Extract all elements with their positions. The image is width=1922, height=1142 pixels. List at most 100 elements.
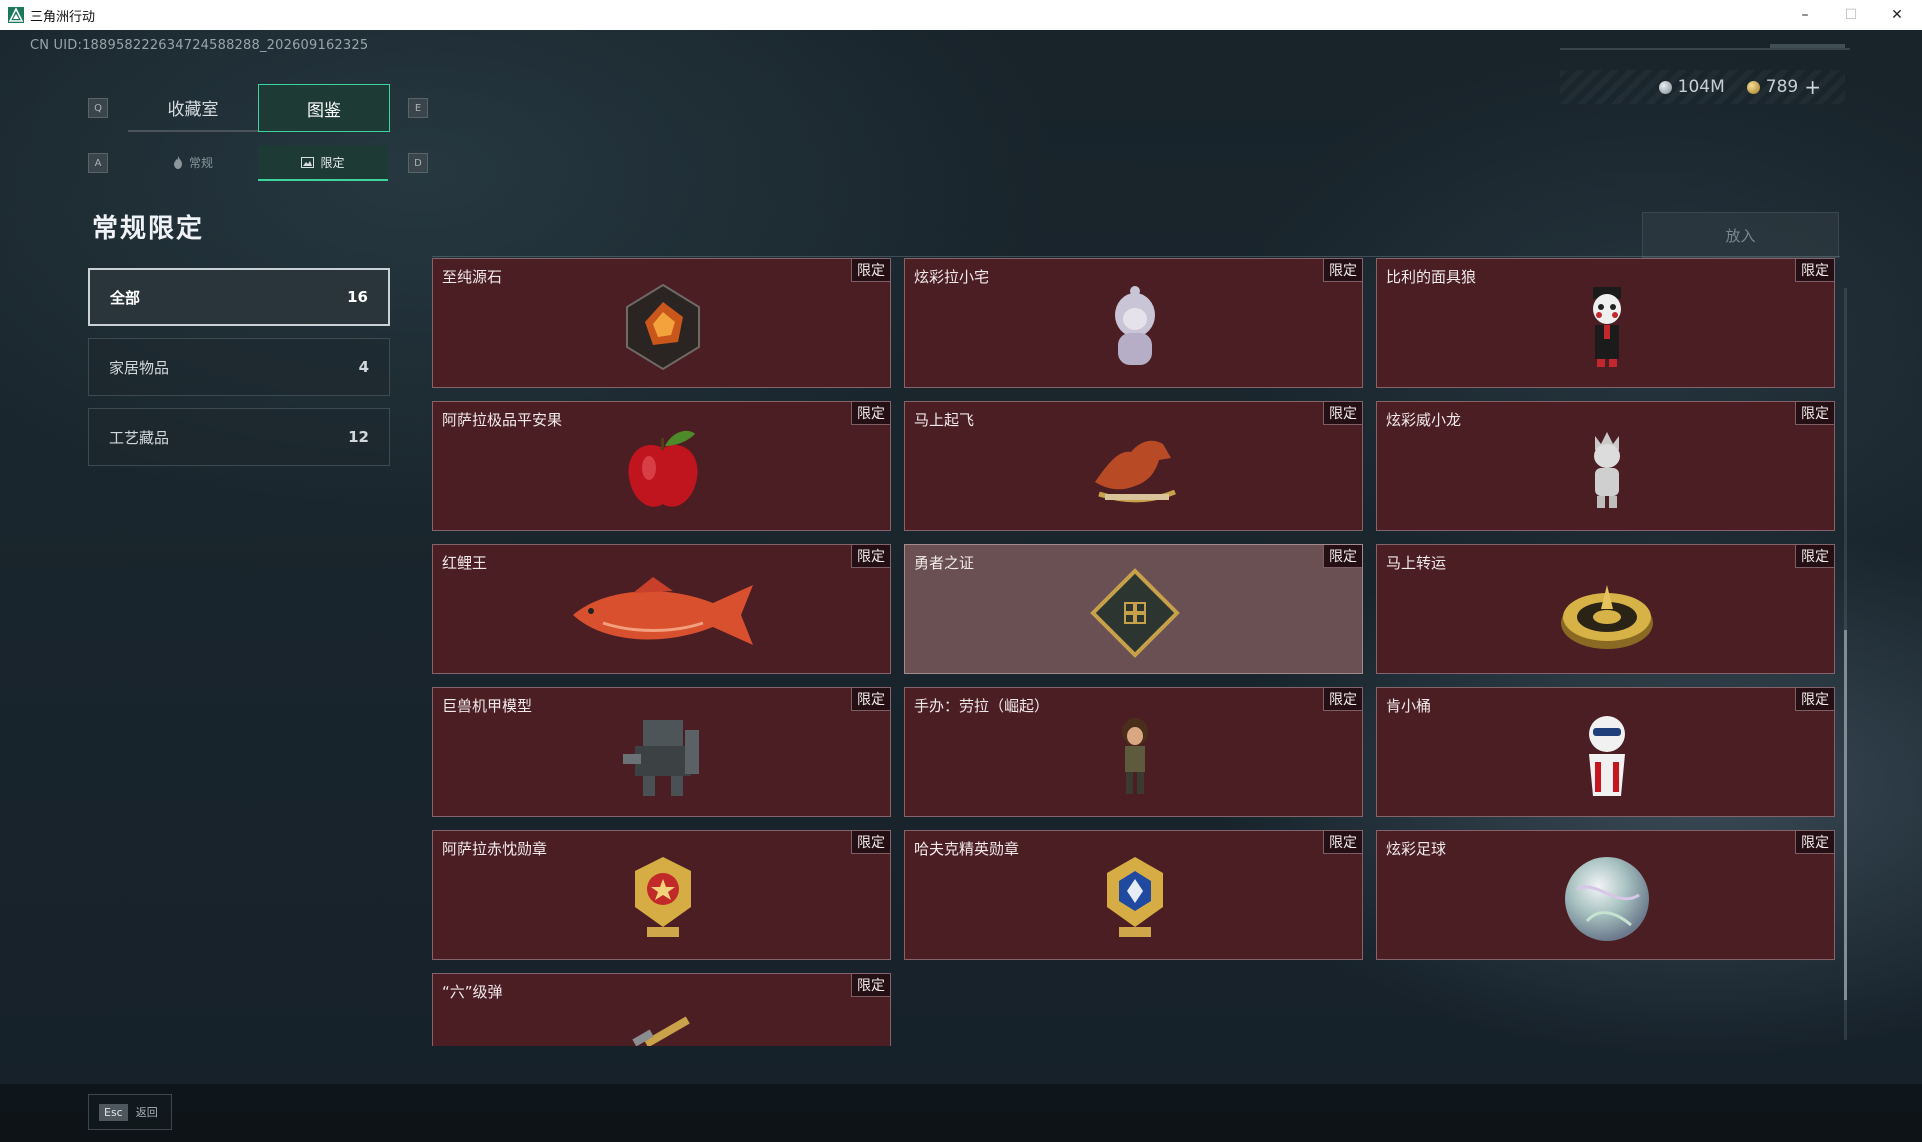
- blue-medal-icon: [1107, 857, 1163, 937]
- item-card[interactable]: 阿萨拉极品平安果 限定: [432, 401, 891, 531]
- category-count: 16: [347, 288, 368, 306]
- gold-currency: 789 +: [1746, 75, 1845, 99]
- maximize-button[interactable]: ☐: [1828, 0, 1874, 30]
- item-card-selected[interactable]: 勇者之证 限定: [904, 544, 1363, 674]
- item-card[interactable]: “六”级弹 限定: [432, 973, 891, 1046]
- add-currency-button[interactable]: +: [1804, 75, 1821, 99]
- tab-codex[interactable]: 图鉴: [258, 84, 390, 132]
- limited-tag: 限定: [1795, 688, 1834, 711]
- puppet-figure-icon: [1593, 287, 1621, 367]
- item-name: 炫彩威小龙: [1386, 411, 1462, 429]
- item-grid: 至纯源石 限定 炫彩拉小宅 限定 比利的面具狼 限定 阿萨拉极品平安果 限定 马…: [432, 258, 1837, 1046]
- item-card[interactable]: 炫彩威小龙 限定: [1376, 401, 1835, 531]
- next-subtab-key-hint[interactable]: D: [408, 153, 428, 173]
- category-label: 全部: [110, 288, 141, 307]
- horse-statue-icon: [1095, 440, 1176, 503]
- currency-bar: 104M 789 +: [1560, 70, 1845, 104]
- picture-icon: [301, 156, 315, 168]
- top-decoration-accent: [1770, 44, 1845, 48]
- put-in-button[interactable]: 放入: [1642, 212, 1839, 258]
- page-title: 常规限定: [92, 214, 205, 244]
- item-name: 勇者之证: [914, 554, 975, 572]
- limited-tag: 限定: [1323, 831, 1362, 854]
- item-name: 巨兽机甲模型: [442, 697, 533, 715]
- category-home-items[interactable]: 家居物品 4: [88, 338, 390, 396]
- minimize-button[interactable]: –: [1782, 0, 1828, 30]
- limited-tag: 限定: [1795, 545, 1834, 568]
- item-card[interactable]: 红鲤王 限定: [432, 544, 891, 674]
- uid-label: CN UID:1889582226347245882​88_2026091623…: [30, 38, 369, 53]
- flame-icon: [173, 155, 182, 169]
- app-logo-icon: [8, 7, 24, 23]
- item-name: 肯小桶: [1386, 697, 1432, 715]
- lara-figure-icon: [1122, 718, 1148, 794]
- limited-tag: 限定: [1795, 259, 1834, 282]
- item-name: 比利的面具狼: [1386, 268, 1477, 286]
- item-name: 炫彩足球: [1386, 840, 1447, 858]
- grid-divider: [432, 256, 1840, 257]
- item-card[interactable]: 巨兽机甲模型 限定: [432, 687, 891, 817]
- item-card[interactable]: 哈夫克精英勋章 限定: [904, 830, 1363, 960]
- item-card[interactable]: 比利的面具狼 限定: [1376, 258, 1835, 388]
- limited-tag: 限定: [1323, 259, 1362, 282]
- limited-tag: 限定: [1323, 545, 1362, 568]
- item-card[interactable]: 肯小桶 限定: [1376, 687, 1835, 817]
- category-count: 4: [358, 358, 369, 376]
- silver-coin-icon: [1658, 80, 1672, 94]
- back-button[interactable]: Esc 返回: [88, 1094, 172, 1130]
- top-decoration: [1560, 48, 1850, 50]
- limited-tag: 限定: [1795, 402, 1834, 425]
- subtab-limited-label: 限定: [320, 155, 345, 170]
- item-card[interactable]: 马上转运 限定: [1376, 544, 1835, 674]
- mech-model-icon: [623, 720, 699, 796]
- item-card[interactable]: 马上起飞 限定: [904, 401, 1363, 531]
- back-label: 返回: [135, 1106, 158, 1119]
- crystal-stone-icon: [626, 283, 700, 371]
- grid-scroll-thumb[interactable]: [1844, 630, 1847, 1000]
- item-card[interactable]: 至纯源石 限定: [432, 258, 891, 388]
- silver-amount: 104M: [1677, 77, 1725, 97]
- window-title: 三角洲行动: [30, 9, 96, 25]
- item-card[interactable]: 阿萨拉赤忱勋章 限定: [432, 830, 891, 960]
- subtab-limited[interactable]: 限定: [258, 145, 388, 181]
- next-tab-key-hint[interactable]: E: [408, 98, 428, 118]
- limited-tag: 限定: [1795, 831, 1834, 854]
- red-medal-icon: [635, 857, 691, 937]
- item-name: 炫彩拉小宅: [914, 268, 990, 286]
- subtab-regular[interactable]: 常规: [128, 145, 258, 179]
- limited-tag: 限定: [1323, 402, 1362, 425]
- category-all[interactable]: 全部 16: [88, 268, 390, 326]
- tab-collection-room[interactable]: 收藏室: [128, 84, 258, 132]
- category-crafts[interactable]: 工艺藏品 12: [88, 408, 390, 466]
- gold-coin-icon: [1746, 80, 1760, 94]
- subtab-regular-label: 常规: [188, 155, 213, 170]
- close-button[interactable]: ✕: [1874, 0, 1920, 30]
- limited-tag: 限定: [1323, 688, 1362, 711]
- limited-tag: 限定: [851, 545, 890, 568]
- item-card[interactable]: 手办：劳拉（崛起） 限定: [904, 687, 1363, 817]
- window-titlebar: 三角洲行动 – ☐ ✕: [0, 0, 1922, 30]
- game-viewport: CN UID:1889582226347245882​88_2026091623…: [0, 30, 1922, 1142]
- category-label: 工艺藏品: [109, 428, 170, 447]
- bullet-icon: [632, 1016, 690, 1046]
- prev-subtab-key-hint[interactable]: A: [88, 153, 108, 173]
- limited-tag: 限定: [851, 831, 890, 854]
- carp-fish-icon: [573, 577, 753, 645]
- item-card[interactable]: 炫彩足球 限定: [1376, 830, 1835, 960]
- limited-tag: 限定: [851, 974, 890, 997]
- bottom-bar: [0, 1084, 1922, 1142]
- item-card[interactable]: 炫彩拉小宅 限定: [904, 258, 1363, 388]
- item-name: “六”级弹: [442, 983, 503, 1001]
- apple-icon: [628, 430, 698, 507]
- item-name: 马上起飞: [914, 411, 975, 429]
- limited-tag: 限定: [851, 259, 890, 282]
- golden-compass-icon: [1561, 585, 1653, 649]
- category-label: 家居物品: [109, 358, 170, 377]
- item-name: 至纯源石: [442, 268, 503, 286]
- item-name: 阿萨拉极品平安果: [442, 411, 563, 429]
- prev-tab-key-hint[interactable]: Q: [88, 98, 108, 118]
- badge-card-icon: [1090, 568, 1180, 658]
- dragon-figure-icon: [1594, 432, 1620, 508]
- limited-tag: 限定: [851, 402, 890, 425]
- item-name: 手办：劳拉（崛起）: [914, 697, 1050, 715]
